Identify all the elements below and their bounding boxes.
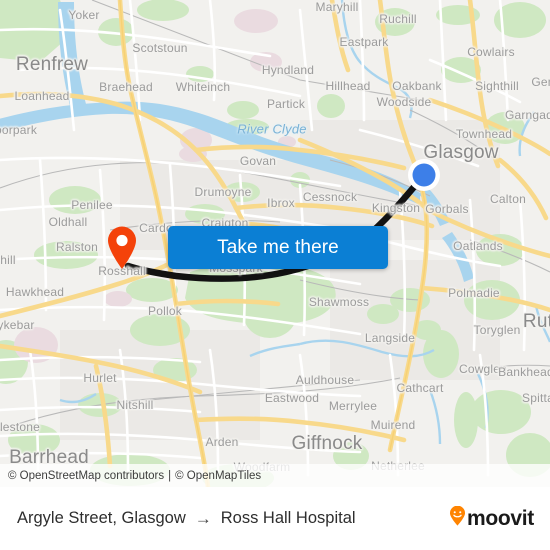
osm-attribution-link[interactable]: © OpenStreetMap contributors — [8, 470, 164, 482]
destination-pin-icon[interactable] — [105, 224, 139, 270]
moovit-wordmark: moovit — [466, 506, 534, 530]
moovit-brand[interactable]: moovit — [449, 505, 534, 531]
take-me-there-button[interactable]: Take me there — [168, 226, 388, 269]
moovit-pin-smiley-icon — [449, 505, 466, 531]
route-summary: Argyle Street, Glasgow → Ross Hall Hospi… — [17, 509, 449, 528]
openmaptiles-attribution-link[interactable]: © OpenMapTiles — [175, 470, 261, 482]
attribution-separator: | — [168, 469, 172, 482]
map-attribution: © OpenStreetMap contributors | © OpenMap… — [0, 464, 550, 487]
origin-dot-icon[interactable] — [407, 158, 441, 192]
route-footer-bar: Argyle Street, Glasgow → Ross Hall Hospi… — [0, 487, 550, 550]
origin-label: Argyle Street, Glasgow — [17, 509, 186, 527]
moovit-route-preview: Yoker Scotstoun Maryhill Ruchill Renfrew East… — [0, 0, 550, 550]
destination-label: Ross Hall Hospital — [220, 509, 356, 527]
map-canvas[interactable]: Yoker Scotstoun Maryhill Ruchill Renfrew East… — [0, 0, 550, 487]
arrow-right-icon: → — [194, 509, 212, 528]
